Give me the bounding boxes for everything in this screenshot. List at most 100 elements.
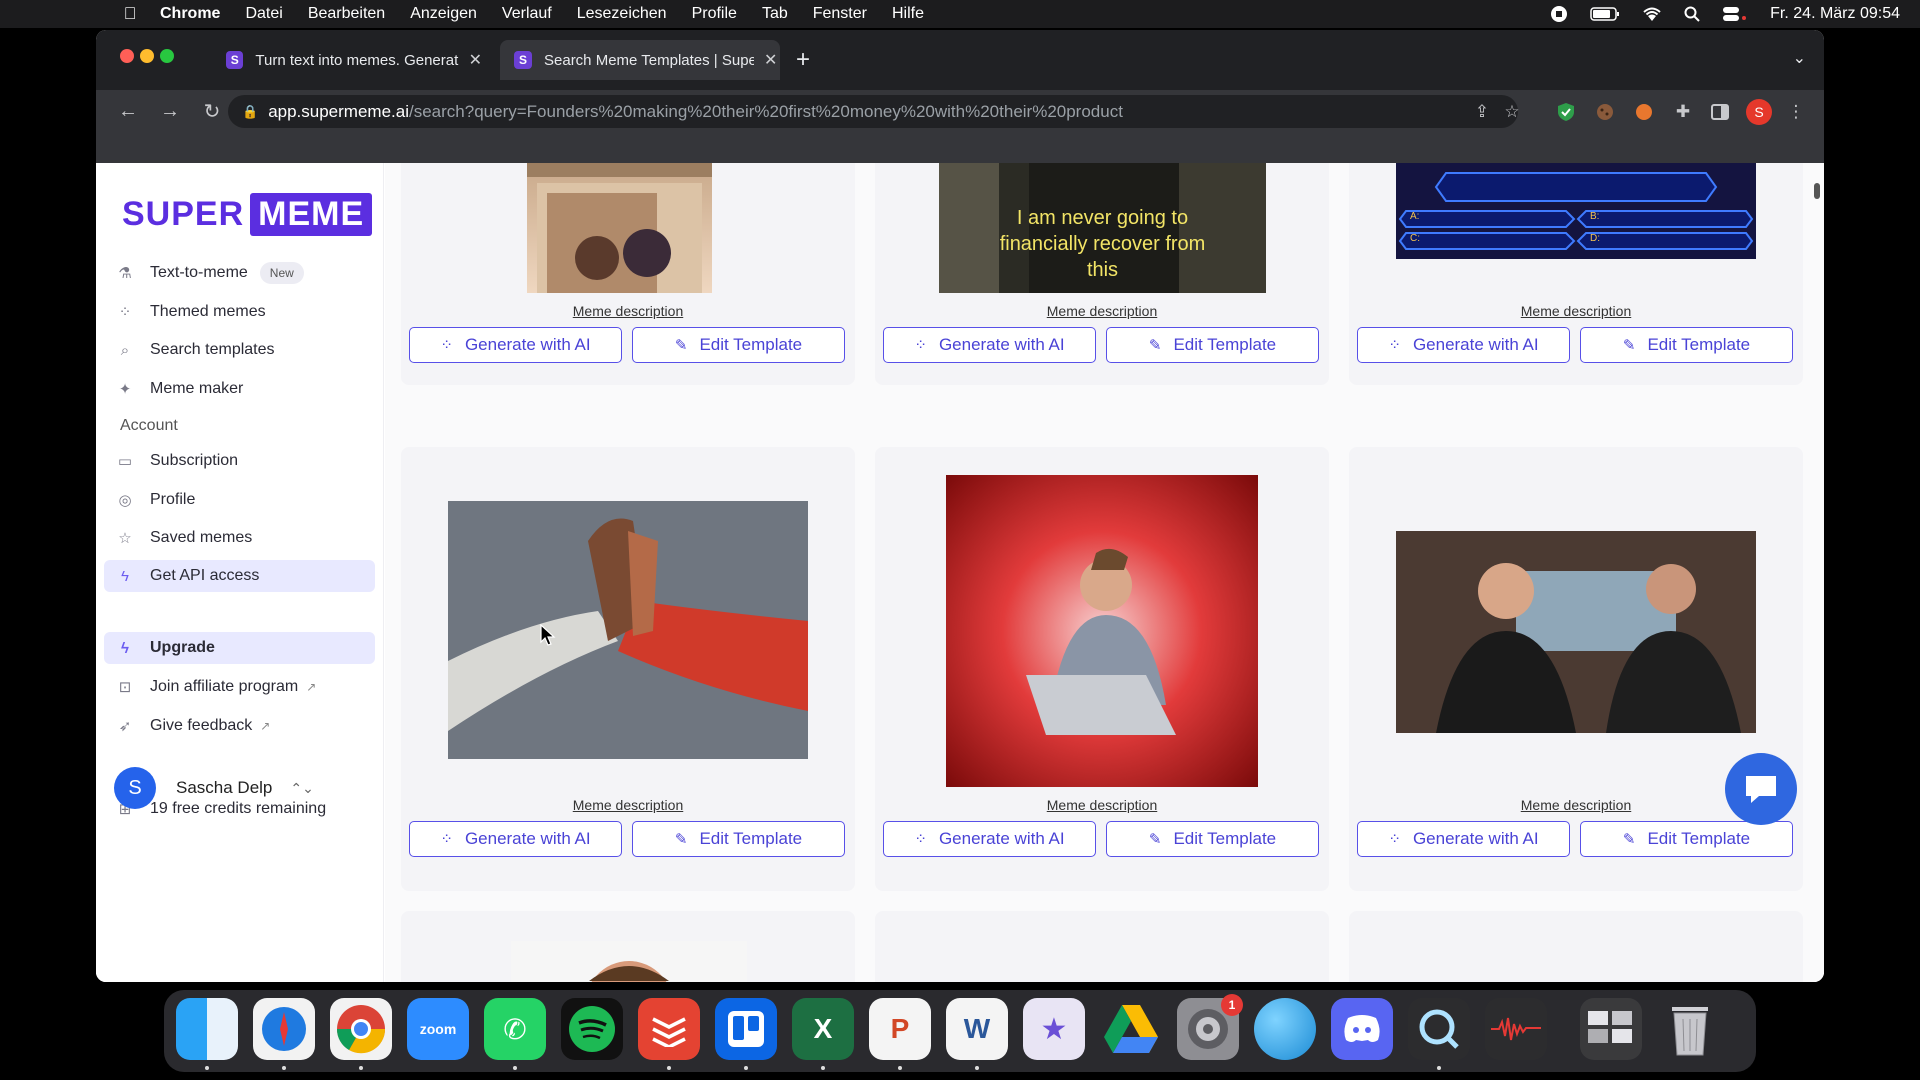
- epic-handshake-meme-image[interactable]: [448, 501, 808, 759]
- trello-icon[interactable]: [715, 998, 777, 1060]
- excel-icon[interactable]: X: [792, 998, 854, 1060]
- generate-with-ai-button[interactable]: ⁘ Generate with AI: [1357, 327, 1570, 363]
- spotify-icon[interactable]: [561, 998, 623, 1060]
- meme-image[interactable]: [511, 941, 747, 982]
- tab-text-to-meme[interactable]: S Turn text into memes. Generat ✕: [212, 40, 482, 80]
- share-icon[interactable]: ⇪: [1472, 102, 1492, 122]
- menu-app-name[interactable]: Chrome: [160, 5, 220, 23]
- menu-tab[interactable]: Tab: [762, 5, 788, 23]
- close-tab-icon[interactable]: ✕: [469, 50, 482, 70]
- safari-icon[interactable]: [253, 998, 315, 1060]
- sidebar-item-saved-memes[interactable]: ☆ Saved memes: [104, 522, 375, 554]
- address-bar[interactable]: 🔒 app.supermeme.ai/search?query=Founders…: [228, 95, 1518, 128]
- shield-extension-icon[interactable]: [1556, 102, 1576, 122]
- generate-with-ai-button[interactable]: ⁘ Generate with AI: [883, 327, 1096, 363]
- generate-with-ai-button[interactable]: ⁘ Generate with AI: [883, 821, 1096, 857]
- generate-with-ai-button[interactable]: ⁘ Generate with AI: [409, 821, 622, 857]
- side-panel-icon[interactable]: [1710, 102, 1730, 122]
- edit-template-button[interactable]: ✎ Edit Template: [632, 821, 845, 857]
- chat-support-button[interactable]: [1725, 753, 1797, 825]
- recent-downloads-stack-icon[interactable]: [1580, 998, 1642, 1060]
- edit-template-button[interactable]: ✎ Edit Template: [1580, 821, 1793, 857]
- new-tab-button[interactable]: +: [796, 46, 810, 74]
- meme-description-link[interactable]: Meme description: [875, 797, 1329, 813]
- chrome-icon[interactable]: [330, 998, 392, 1060]
- spotlight-search-icon[interactable]: [1684, 6, 1700, 22]
- zoom-icon[interactable]: zoom: [407, 998, 469, 1060]
- voice-memos-icon[interactable]: [1485, 998, 1547, 1060]
- pawn-stars-meme-image[interactable]: [1396, 531, 1756, 733]
- close-tab-icon[interactable]: ✕: [764, 50, 777, 70]
- blue-sphere-app-icon[interactable]: [1254, 998, 1316, 1060]
- supermeme-logo[interactable]: SUPER MEME: [122, 193, 373, 236]
- meme-description-link[interactable]: Meme description: [401, 797, 855, 813]
- sidebar-item-get-api-access[interactable]: ϟ Get API access: [104, 560, 375, 592]
- apple-icon[interactable]: : [120, 4, 140, 24]
- discord-icon[interactable]: [1331, 998, 1393, 1060]
- reload-button[interactable]: ↻: [202, 99, 222, 124]
- word-icon[interactable]: W: [946, 998, 1008, 1060]
- sidebar-item-text-to-meme[interactable]: ⚗ Text-to-meme New: [104, 257, 375, 289]
- sidebar-item-give-feedback[interactable]: ➶ Give feedback ↗: [104, 710, 375, 742]
- control-center-icon[interactable]: [1722, 6, 1748, 22]
- sidebar-item-upgrade[interactable]: ϟ Upgrade: [104, 632, 375, 664]
- laptop-guy-meme-image[interactable]: [946, 475, 1258, 787]
- sidebar-item-meme-maker[interactable]: ✦ Meme maker: [104, 373, 375, 405]
- edit-template-button[interactable]: ✎ Edit Template: [632, 327, 845, 363]
- sidebar-item-label: Get API access: [150, 567, 260, 584]
- generate-with-ai-button[interactable]: ⁘ Generate with AI: [409, 327, 622, 363]
- sidebar-item-themed-memes[interactable]: ⁘ Themed memes: [104, 296, 375, 328]
- cookie-extension-icon[interactable]: [1595, 102, 1615, 122]
- wifi-icon[interactable]: [1642, 6, 1662, 22]
- battery-icon[interactable]: [1590, 7, 1620, 21]
- page-scrollbar[interactable]: [1814, 183, 1820, 199]
- sidebar-item-join-affiliate[interactable]: ⊡ Join affiliate program ↗: [104, 671, 375, 703]
- anime-meme-image[interactable]: [527, 163, 712, 293]
- sidebar-item-subscription[interactable]: ▭ Subscription: [104, 445, 375, 477]
- menu-datei[interactable]: Datei: [245, 5, 282, 23]
- powerpoint-icon[interactable]: P: [869, 998, 931, 1060]
- whatsapp-icon[interactable]: ✆: [484, 998, 546, 1060]
- edit-template-button[interactable]: ✎ Edit Template: [1580, 327, 1793, 363]
- back-button[interactable]: ←: [118, 100, 138, 123]
- menu-lesezeichen[interactable]: Lesezeichen: [577, 5, 667, 23]
- menu-hilfe[interactable]: Hilfe: [892, 5, 924, 23]
- tab-search-templates[interactable]: S Search Meme Templates | Supe ✕: [500, 40, 780, 80]
- todoist-icon[interactable]: [638, 998, 700, 1060]
- forward-button[interactable]: →: [160, 100, 180, 123]
- user-menu[interactable]: S Sascha Delp ⌃⌄: [114, 767, 314, 809]
- menu-anzeigen[interactable]: Anzeigen: [410, 5, 477, 23]
- edit-template-button[interactable]: ✎ Edit Template: [1106, 821, 1319, 857]
- zoom-window-button[interactable]: [160, 49, 174, 63]
- quiz-show-meme-image[interactable]: A: B: C: D:: [1396, 163, 1756, 259]
- extensions-puzzle-icon[interactable]: ✚: [1673, 102, 1693, 122]
- menubar-datetime[interactable]: Fr. 24. März 09:54: [1770, 5, 1900, 23]
- imovie-star-icon[interactable]: ★: [1023, 998, 1085, 1060]
- edit-template-button[interactable]: ✎ Edit Template: [1106, 327, 1319, 363]
- financially-recover-meme-image[interactable]: I am never going to financially recover …: [939, 163, 1266, 293]
- menu-verlauf[interactable]: Verlauf: [502, 5, 552, 23]
- orange-extension-icon[interactable]: [1634, 102, 1654, 122]
- google-drive-icon[interactable]: [1100, 998, 1162, 1060]
- trash-icon[interactable]: [1659, 998, 1721, 1060]
- minimize-window-button[interactable]: [140, 49, 154, 63]
- profile-avatar[interactable]: S: [1746, 99, 1772, 125]
- meme-description-link[interactable]: Meme description: [401, 303, 855, 319]
- menu-fenster[interactable]: Fenster: [813, 5, 867, 23]
- meme-description-link[interactable]: Meme description: [1349, 303, 1803, 319]
- sidebar-item-search-templates[interactable]: ⌕ Search templates: [104, 334, 375, 366]
- tab-search-chevron-icon[interactable]: ⌄: [1793, 48, 1806, 68]
- screen-record-icon[interactable]: [1550, 5, 1568, 23]
- menu-bearbeiten[interactable]: Bearbeiten: [308, 5, 385, 23]
- system-settings-icon[interactable]: 1: [1177, 994, 1243, 1060]
- finder-icon[interactable]: [176, 998, 238, 1060]
- generate-with-ai-button[interactable]: ⁘ Generate with AI: [1357, 821, 1570, 857]
- close-window-button[interactable]: [120, 49, 134, 63]
- quicktime-icon[interactable]: [1408, 998, 1470, 1060]
- bookmark-star-icon[interactable]: ☆: [1502, 102, 1522, 122]
- lock-icon[interactable]: 🔒: [242, 104, 258, 120]
- meme-description-link[interactable]: Meme description: [875, 303, 1329, 319]
- chrome-menu-icon[interactable]: ⋮: [1786, 102, 1806, 122]
- sidebar-item-profile[interactable]: ◎ Profile: [104, 484, 375, 516]
- menu-profile[interactable]: Profile: [692, 5, 737, 23]
